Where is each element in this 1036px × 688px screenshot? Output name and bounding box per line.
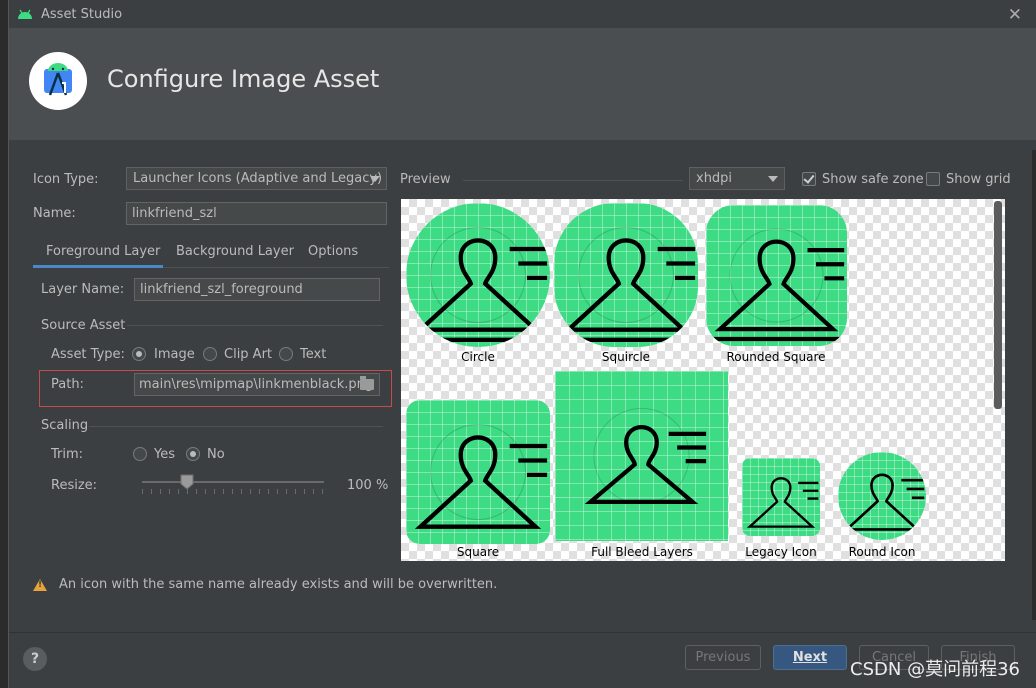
show-safe-zone-label: Show safe zone	[822, 172, 924, 187]
page-title: Configure Image Asset	[107, 65, 380, 93]
icon-label-legacy: Legacy Icon	[745, 545, 817, 559]
overwrite-warning: An icon with the same name already exist…	[33, 577, 497, 592]
asset-type-image-label: Image	[154, 347, 195, 362]
preview-icon-round	[838, 452, 926, 540]
icon-label-circle: Circle	[461, 350, 495, 364]
icon-type-value: Launcher Icons (Adaptive and Legacy)	[133, 171, 383, 186]
preview-icon-full-bleed	[555, 371, 728, 541]
asset-type-text-radio[interactable]	[279, 347, 293, 361]
show-safe-zone-checkbox[interactable]	[802, 172, 816, 186]
preview-icon-circle	[406, 203, 550, 347]
next-button[interactable]: Next	[773, 645, 847, 670]
dialog-header: Configure Image Asset	[9, 28, 1036, 140]
close-icon[interactable]: ✕	[1008, 5, 1022, 25]
path-field[interactable]: main\res\mipmap\linkmenblack.png	[134, 373, 380, 396]
show-grid-checkbox[interactable]	[926, 172, 940, 186]
icon-label-rounded-square: Rounded Square	[726, 350, 826, 364]
icon-label-squircle: Squircle	[601, 350, 651, 364]
chevron-down-icon	[370, 176, 380, 182]
trim-label: Trim:	[51, 447, 84, 462]
person-icon	[584, 407, 707, 505]
person-icon	[706, 228, 847, 342]
path-value: main\res\mipmap\linkmenblack.png	[139, 377, 374, 392]
scaling-heading: Scaling	[41, 418, 89, 433]
layer-name-field[interactable]: linkfriend_szl_foreground	[134, 278, 380, 301]
asset-type-image-radio[interactable]	[132, 347, 146, 361]
trim-yes-radio[interactable]	[133, 447, 147, 461]
icon-label-full-bleed: Full Bleed Layers	[591, 545, 693, 559]
show-grid-label: Show grid	[946, 172, 1011, 187]
chevron-down-icon	[768, 176, 778, 182]
window-title: Asset Studio	[41, 6, 123, 22]
folder-icon[interactable]	[360, 376, 374, 390]
person-icon	[843, 473, 925, 531]
asset-type-label: Asset Type:	[51, 347, 125, 362]
icon-type-label: Icon Type:	[33, 172, 99, 187]
icon-label-square: Square	[456, 545, 500, 559]
asset-type-text-label: Text	[300, 347, 327, 362]
icon-label-round: Round Icon	[848, 545, 916, 559]
trim-yes-label: Yes	[154, 447, 175, 462]
person-icon	[414, 423, 548, 529]
preview-scrollbar[interactable]	[994, 201, 1002, 409]
icon-type-dropdown[interactable]: Launcher Icons (Adaptive and Legacy)	[126, 167, 387, 190]
tab-options[interactable]: Options	[308, 244, 358, 259]
tab-foreground-layer[interactable]: Foreground Layer	[46, 244, 160, 259]
watermark: CSDN @莫问前程36	[850, 659, 1020, 680]
density-value: xhdpi	[696, 171, 733, 186]
source-asset-heading: Source Asset	[41, 318, 126, 333]
scaling-divider	[89, 426, 383, 427]
previous-button[interactable]: Previous	[685, 645, 761, 670]
person-icon	[554, 226, 698, 342]
asset-type-clipart-label: Clip Art	[224, 347, 273, 362]
layer-name-label: Layer Name:	[41, 282, 125, 297]
person-icon	[406, 226, 550, 342]
resize-slider-ticks	[142, 489, 324, 494]
trim-no-radio[interactable]	[186, 447, 200, 461]
preview-divider	[463, 180, 683, 181]
android-icon	[18, 9, 32, 19]
asset-studio-dialog: Asset Studio ✕ Configure Image Asset Ico…	[8, 0, 1036, 688]
preview-icon-rounded-square	[706, 205, 847, 346]
preview-icon-square	[406, 400, 550, 544]
name-label: Name:	[33, 206, 76, 221]
person-icon	[746, 477, 819, 528]
tab-background-layer[interactable]: Background Layer	[176, 244, 294, 259]
android-studio-logo	[29, 52, 87, 110]
source-asset-divider	[127, 325, 383, 326]
trim-no-label: No	[207, 447, 225, 462]
footer-divider	[9, 632, 1036, 633]
name-field[interactable]: linkfriend_szl	[126, 202, 387, 225]
preview-canvas: Circle Squircle Rounded Square Square Fu…	[401, 199, 1005, 561]
resize-value: 100 %	[347, 478, 389, 493]
help-button[interactable]: ?	[23, 647, 47, 671]
title-bar: Asset Studio ✕	[9, 0, 1036, 28]
warning-icon	[33, 578, 47, 591]
preview-icon-legacy	[742, 458, 820, 536]
ide-background-strip	[0, 0, 8, 688]
asset-type-clipart-radio[interactable]	[203, 347, 217, 361]
resize-label: Resize:	[51, 478, 98, 493]
preview-icon-squircle	[554, 203, 698, 347]
warning-text: An icon with the same name already exist…	[59, 577, 498, 592]
density-dropdown[interactable]: xhdpi	[689, 167, 785, 190]
preview-label: Preview	[400, 172, 451, 187]
path-label: Path:	[51, 377, 84, 392]
ide-right-strip	[1032, 150, 1036, 620]
active-tab-indicator	[33, 265, 163, 268]
resize-slider-track[interactable]	[142, 481, 324, 483]
resize-slider-thumb[interactable]	[180, 474, 194, 490]
